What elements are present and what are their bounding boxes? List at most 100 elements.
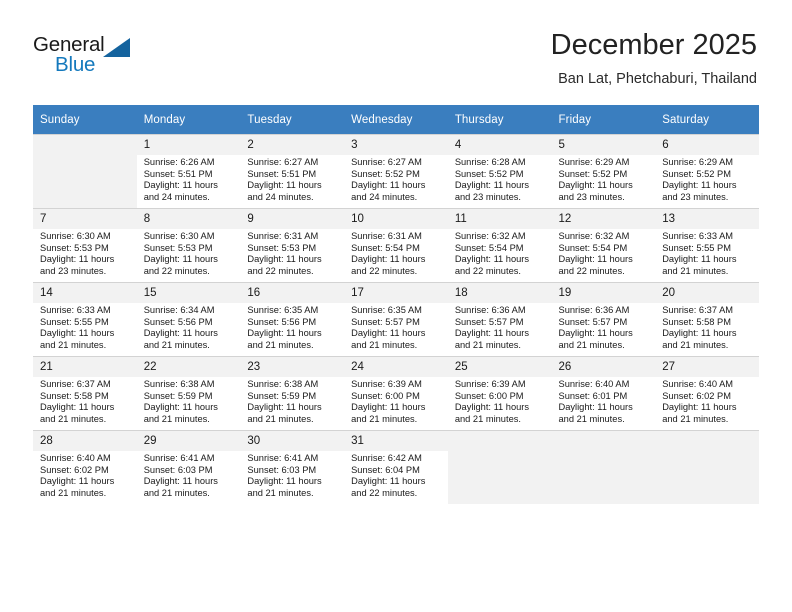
calendar-day-cell[interactable]: 24 Sunrise: 6:39 AM Sunset: 6:00 PM Dayligh… bbox=[344, 356, 448, 430]
calendar-cell-inner: 24 Sunrise: 6:39 AM Sunset: 6:00 PM Dayligh… bbox=[344, 356, 448, 430]
sunrise-text: Sunrise: 6:33 AM bbox=[40, 305, 111, 315]
calendar-day-cell[interactable]: 5 Sunrise: 6:29 AM Sunset: 5:52 PM Daylight… bbox=[551, 134, 656, 208]
sunrise-text: Sunrise: 6:29 AM bbox=[662, 157, 734, 167]
calendar-day-cell[interactable]: 23 Sunrise: 6:38 AM Sunset: 5:59 PM Dayligh… bbox=[240, 356, 345, 430]
day-number: 21 bbox=[33, 357, 137, 377]
daylight-text-line2: and 23 minutes. bbox=[662, 191, 729, 202]
calendar-cell-inner: 20 Sunrise: 6:37 AM Sunset: 5:58 PM Dayligh… bbox=[655, 282, 759, 356]
day-sun-info: Sunrise: 6:37 AM Sunset: 5:58 PM Daylight:… bbox=[655, 303, 759, 351]
daylight-text-line1: Daylight: 11 hours bbox=[40, 476, 115, 487]
calendar-day-cell[interactable]: 4 Sunrise: 6:28 AM Sunset: 5:52 PM Daylight… bbox=[447, 134, 552, 208]
sunset-text: Sunset: 5:54 PM bbox=[454, 242, 524, 253]
day-number: 22 bbox=[136, 357, 241, 377]
calendar-day-cell[interactable]: 15 Sunrise: 6:34 AM Sunset: 5:56 PM Dayligh… bbox=[136, 282, 241, 356]
page-title: December 2025 bbox=[550, 29, 757, 61]
calendar-day-cell[interactable]: 16 Sunrise: 6:35 AM Sunset: 5:56 PM Dayligh… bbox=[240, 282, 345, 356]
daylight-text-line1: Daylight: 11 hours bbox=[558, 254, 633, 265]
calendar-day-cell[interactable]: 29 Sunrise: 6:41 AM Sunset: 6:03 PM Dayligh… bbox=[136, 430, 241, 504]
day-number: 19 bbox=[551, 283, 656, 303]
calendar-day-cell[interactable]: 12 Sunrise: 6:32 AM Sunset: 5:54 PM Dayligh… bbox=[551, 208, 656, 282]
calendar-day-cell[interactable]: 21 Sunrise: 6:37 AM Sunset: 5:58 PM Dayligh… bbox=[33, 356, 137, 430]
sunset-text: Sunset: 5:51 PM bbox=[143, 168, 213, 179]
calendar-cell-inner: 1 Sunrise: 6:26 AM Sunset: 5:51 PM Daylight… bbox=[136, 134, 241, 208]
calendar-day-cell[interactable]: 31 Sunrise: 6:42 AM Sunset: 6:04 PM Dayligh… bbox=[344, 430, 448, 504]
calendar-day-cell[interactable]: 11 Sunrise: 6:32 AM Sunset: 5:54 PM Dayligh… bbox=[447, 208, 552, 282]
daylight-text-line2: and 24 minutes. bbox=[143, 191, 210, 202]
day-number: 2 bbox=[240, 135, 345, 155]
sunset-text: Sunset: 6:04 PM bbox=[351, 464, 420, 475]
calendar-day-cell[interactable]: 25 Sunrise: 6:39 AM Sunset: 6:00 PM Dayligh… bbox=[447, 356, 552, 430]
calendar-day-cell[interactable]: 17 Sunrise: 6:35 AM Sunset: 5:57 PM Dayligh… bbox=[344, 282, 448, 356]
calendar-day-cell[interactable]: 26 Sunrise: 6:40 AM Sunset: 6:01 PM Dayligh… bbox=[551, 356, 656, 430]
calendar-day-cell[interactable]: 14 Sunrise: 6:33 AM Sunset: 5:55 PM Dayligh… bbox=[33, 282, 137, 356]
calendar-day-cell[interactable]: 7 Sunrise: 6:30 AM Sunset: 5:53 PM Daylight… bbox=[33, 208, 137, 282]
calendar-day-cell[interactable]: 2 Sunrise: 6:27 AM Sunset: 5:51 PM Daylight… bbox=[240, 134, 345, 208]
sunset-text: Sunset: 5:52 PM bbox=[558, 168, 628, 179]
sunset-text: Sunset: 5:52 PM bbox=[454, 168, 524, 179]
daylight-text-line2: and 22 minutes. bbox=[351, 265, 418, 276]
calendar-day-cell[interactable]: 1 Sunrise: 6:26 AM Sunset: 5:51 PM Daylight… bbox=[136, 134, 241, 208]
logo-triangle-icon bbox=[103, 38, 130, 57]
generalblue-logo[interactable]: General Blue bbox=[33, 33, 153, 79]
day-number: 18 bbox=[447, 283, 552, 303]
calendar-cell-empty bbox=[447, 430, 552, 504]
daylight-text-line2: and 21 minutes. bbox=[40, 339, 107, 350]
calendar-day-cell[interactable]: 3 Sunrise: 6:27 AM Sunset: 5:52 PM Daylight… bbox=[344, 134, 448, 208]
day-number: 4 bbox=[447, 135, 552, 155]
calendar-cell-inner bbox=[551, 430, 656, 504]
calendar-day-cell[interactable]: 10 Sunrise: 6:31 AM Sunset: 5:54 PM Dayligh… bbox=[344, 208, 448, 282]
sunrise-text: Sunrise: 6:31 AM bbox=[351, 231, 422, 241]
calendar-day-cell[interactable]: 6 Sunrise: 6:29 AM Sunset: 5:52 PM Daylight… bbox=[655, 134, 759, 208]
logo-text-blue: Blue bbox=[55, 53, 96, 76]
day-sun-info: Sunrise: 6:27 AM Sunset: 5:52 PM Daylight:… bbox=[344, 155, 448, 203]
day-number bbox=[33, 135, 137, 155]
calendar-week-row: 14 Sunrise: 6:33 AM Sunset: 5:55 PM Dayligh… bbox=[33, 282, 759, 356]
calendar-cell-inner: 13 Sunrise: 6:33 AM Sunset: 5:55 PM Dayligh… bbox=[655, 208, 759, 282]
day-number: 25 bbox=[447, 357, 552, 377]
calendar-cell-inner: 23 Sunrise: 6:38 AM Sunset: 5:59 PM Dayligh… bbox=[240, 356, 345, 430]
calendar-cell-inner: 17 Sunrise: 6:35 AM Sunset: 5:57 PM Dayligh… bbox=[344, 282, 448, 356]
daylight-text-line2: and 21 minutes. bbox=[247, 487, 314, 498]
calendar-day-cell[interactable]: 19 Sunrise: 6:36 AM Sunset: 5:57 PM Dayligh… bbox=[551, 282, 656, 356]
day-sun-info: Sunrise: 6:37 AM Sunset: 5:58 PM Daylight:… bbox=[33, 377, 137, 425]
sunset-text: Sunset: 5:59 PM bbox=[247, 390, 317, 401]
day-number: 11 bbox=[447, 209, 552, 229]
calendar-cell-inner bbox=[655, 430, 759, 504]
daylight-text-line1: Daylight: 11 hours bbox=[454, 180, 530, 191]
daylight-text-line2: and 22 minutes. bbox=[454, 265, 521, 276]
daylight-text-line1: Daylight: 11 hours bbox=[351, 328, 426, 339]
day-sun-info: Sunrise: 6:34 AM Sunset: 5:56 PM Daylight:… bbox=[137, 303, 241, 351]
daylight-text-line1: Daylight: 11 hours bbox=[143, 254, 218, 265]
calendar-cell-inner: 12 Sunrise: 6:32 AM Sunset: 5:54 PM Dayligh… bbox=[551, 208, 656, 282]
calendar-day-cell[interactable]: 28 Sunrise: 6:40 AM Sunset: 6:02 PM Dayligh… bbox=[33, 430, 137, 504]
sunset-text: Sunset: 6:01 PM bbox=[558, 390, 628, 401]
day-sun-info: Sunrise: 6:40 AM Sunset: 6:02 PM Daylight:… bbox=[33, 451, 137, 499]
calendar-cell-inner: 8 Sunrise: 6:30 AM Sunset: 5:53 PM Daylight… bbox=[136, 208, 241, 282]
calendar-day-cell[interactable]: 20 Sunrise: 6:37 AM Sunset: 5:58 PM Dayligh… bbox=[655, 282, 759, 356]
daylight-text-line2: and 21 minutes. bbox=[558, 339, 625, 350]
calendar-day-cell[interactable]: 9 Sunrise: 6:31 AM Sunset: 5:53 PM Daylight… bbox=[240, 208, 345, 282]
daylight-text-line1: Daylight: 11 hours bbox=[247, 180, 322, 191]
calendar-day-cell[interactable]: 13 Sunrise: 6:33 AM Sunset: 5:55 PM Dayligh… bbox=[655, 208, 759, 282]
calendar-cell-inner: 6 Sunrise: 6:29 AM Sunset: 5:52 PM Daylight… bbox=[655, 134, 759, 208]
sunrise-text: Sunrise: 6:26 AM bbox=[143, 157, 215, 167]
sunset-text: Sunset: 6:02 PM bbox=[662, 390, 731, 401]
calendar-body: 1 Sunrise: 6:26 AM Sunset: 5:51 PM Daylight… bbox=[33, 134, 759, 504]
calendar-cell-empty bbox=[33, 134, 137, 208]
calendar-cell-empty bbox=[551, 430, 656, 504]
daylight-text-line1: Daylight: 11 hours bbox=[247, 328, 322, 339]
daylight-text-line1: Daylight: 11 hours bbox=[558, 328, 633, 339]
calendar-day-cell[interactable]: 8 Sunrise: 6:30 AM Sunset: 5:53 PM Daylight… bbox=[136, 208, 241, 282]
calendar-day-cell[interactable]: 30 Sunrise: 6:41 AM Sunset: 6:03 PM Dayligh… bbox=[240, 430, 345, 504]
sunrise-text: Sunrise: 6:41 AM bbox=[247, 453, 319, 463]
calendar-cell-inner: 21 Sunrise: 6:37 AM Sunset: 5:58 PM Dayligh… bbox=[33, 356, 137, 430]
calendar-day-cell[interactable]: 27 Sunrise: 6:40 AM Sunset: 6:02 PM Dayligh… bbox=[655, 356, 759, 430]
daylight-text-line2: and 21 minutes. bbox=[247, 339, 314, 350]
daylight-text-line1: Daylight: 11 hours bbox=[143, 476, 218, 487]
sunrise-text: Sunrise: 6:37 AM bbox=[40, 379, 111, 389]
calendar-day-cell[interactable]: 18 Sunrise: 6:36 AM Sunset: 5:57 PM Dayligh… bbox=[447, 282, 552, 356]
calendar-cell-inner: 31 Sunrise: 6:42 AM Sunset: 6:04 PM Dayligh… bbox=[344, 430, 448, 504]
sunrise-text: Sunrise: 6:29 AM bbox=[558, 157, 630, 167]
day-number: 17 bbox=[344, 283, 448, 303]
calendar-day-cell[interactable]: 22 Sunrise: 6:38 AM Sunset: 5:59 PM Dayligh… bbox=[136, 356, 241, 430]
